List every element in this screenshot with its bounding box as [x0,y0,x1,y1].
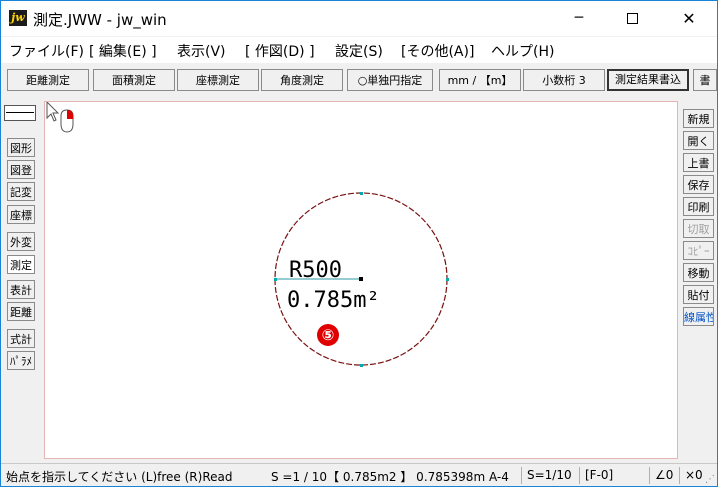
new-file-button[interactable]: 新規 [683,109,714,128]
write-button-partial[interactable]: 書 [693,69,717,91]
single-circle-button[interactable]: ○単独円指定 [347,69,433,91]
quadrant-point-bottom [360,364,363,367]
left-tool-panel: 図形 図登 記変 座標 外変 測定 表計 距離 式計 ﾊﾟﾗﾒ [1,99,41,459]
menu-file[interactable]: ファイル(F) [9,41,84,61]
step-number-badge: ⑤ [317,324,339,346]
maximize-button[interactable] [609,1,655,36]
tool-external[interactable]: 外変 [7,232,35,251]
cut-button[interactable]: 切取 [683,219,714,238]
save-button[interactable]: 保存 [683,175,714,194]
menu-edit[interactable]: [ 編集(E) ] [89,41,157,61]
tool-symbol-conv[interactable]: 記変 [7,182,35,201]
window-title: 測定.JWW - jw_win [33,11,167,29]
line-attribute-button[interactable]: 線属性 [683,307,714,326]
jw-app-icon: jw [9,10,27,26]
status-angle[interactable]: ∠0 [655,468,673,482]
tool-table-calc[interactable]: 表計 [7,280,35,299]
move-button[interactable]: 移動 [683,263,714,282]
paste-button[interactable]: 貼付 [683,285,714,304]
status-instruction: 始点を指示してください (L)free (R)Read [6,470,233,484]
write-result-button[interactable]: 測定結果書込 [607,69,689,91]
angle-measure-button[interactable]: 角度測定 [261,69,343,91]
unit-toggle-button[interactable]: mm / 【m】 [439,69,521,91]
mouse-right-button-icon [46,102,74,133]
coordinate-measure-button[interactable]: 座標測定 [177,69,259,91]
status-mode[interactable]: [F-0] [585,468,613,482]
status-separator [679,467,680,484]
status-separator [649,467,650,484]
title-bar: jw 測定.JWW - jw_win ─ ✕ [1,1,717,36]
tool-formula[interactable]: 式計 [7,329,35,348]
status-scale-info: S =1 / 10【 0.785m2 】 0.785398m A-4 [271,470,509,484]
status-separator [521,467,522,484]
center-marker [359,277,363,281]
right-button-highlight [67,110,73,119]
decimal-places-button[interactable]: 小数桁 3 [523,69,605,91]
status-scale[interactable]: S=1/10 [527,468,572,482]
radius-label: R500 [289,258,342,283]
minimize-icon: ─ [574,10,584,26]
app-window: jw 測定.JWW - jw_win ─ ✕ ファイル(F) [ 編集(E) ]… [0,0,718,487]
menu-other[interactable]: [その他(A)] [401,41,474,61]
quadrant-point-right [446,278,449,281]
quadrant-point-top [360,192,363,195]
resize-grip-icon[interactable]: ⋰ [705,474,715,485]
menu-settings[interactable]: 設定(S) [335,41,383,61]
close-icon: ✕ [682,9,696,28]
distance-measure-button[interactable]: 距離測定 [7,69,89,91]
tool-coordinate[interactable]: 座標 [7,205,35,224]
measure-toolbar: 距離測定 面積測定 座標測定 角度測定 ○単独円指定 mm / 【m】 小数桁 … [1,65,717,97]
open-file-button[interactable]: 開く [683,131,714,150]
menu-help[interactable]: ヘルプ(H) [491,41,554,61]
maximize-icon [626,12,638,24]
area-result-label: 0.785m² [287,288,380,313]
tool-figure-reg[interactable]: 図登 [7,160,35,179]
copy-button[interactable]: ｺﾋﾟｰ [683,241,714,260]
close-button[interactable]: ✕ [666,1,712,36]
drawing-canvas[interactable]: R500 0.785m² ⑤ [44,101,678,459]
menu-view[interactable]: 表示(V) [177,41,226,61]
overwrite-button[interactable]: 上書 [683,153,714,172]
tool-measure[interactable]: 測定 [7,255,35,274]
status-zoom[interactable]: ×0 [685,468,703,482]
tool-distance[interactable]: 距離 [7,302,35,321]
canvas-drawing [274,192,449,367]
quadrant-point-left [274,278,277,281]
tool-figure[interactable]: 図形 [7,138,35,157]
status-separator [579,467,580,484]
status-bar: 始点を指示してください (L)free (R)Read S =1 / 10【 0… [1,463,717,486]
area-measure-button[interactable]: 面積測定 [93,69,175,91]
right-tool-panel: 新規 開く 上書 保存 印刷 切取 ｺﾋﾟｰ 移動 貼付 線属性 [680,99,717,459]
minimize-button[interactable]: ─ [556,1,602,36]
tool-parametric[interactable]: ﾊﾟﾗﾒ [7,351,35,370]
line-style-indicator[interactable] [4,105,36,121]
print-button[interactable]: 印刷 [683,197,714,216]
menu-draw[interactable]: [ 作図(D) ] [245,41,315,61]
menu-bar: ファイル(F) [ 編集(E) ] 表示(V) [ 作図(D) ] 設定(S) … [1,37,717,63]
arrow-cursor-shape [46,102,60,122]
